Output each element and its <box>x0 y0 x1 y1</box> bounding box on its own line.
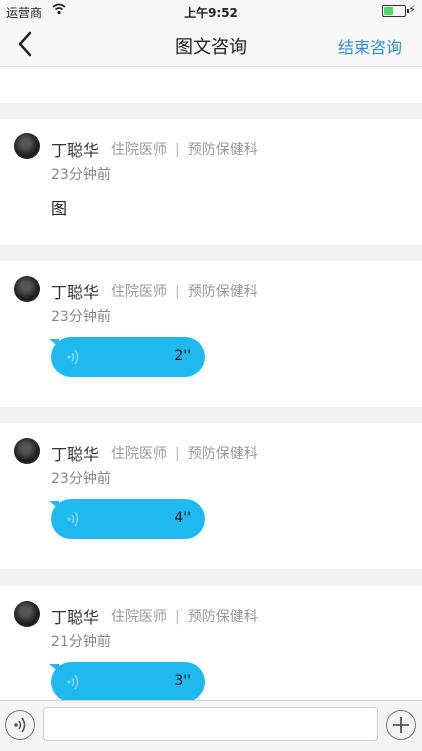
avatar[interactable] <box>14 601 40 627</box>
message-feed[interactable]: 1 丁聪华 住院医师|预防保健科 23分钟前 图 丁聪华 住院医师|预防保健科 … <box>0 67 422 700</box>
message-text: 1 <box>56 67 65 71</box>
voice-icon <box>67 349 79 365</box>
message-card: 丁聪华 住院医师 | 预防保健科 23分钟前 图 <box>0 119 422 245</box>
doctor-name: 丁聪华 <box>51 283 100 302</box>
doctor-role: 住院医师 <box>111 446 167 462</box>
doctor-meta: 住院医师 | 预防保健科 <box>111 446 258 462</box>
add-attachment-button[interactable] <box>386 710 416 740</box>
voice-icon <box>67 511 79 527</box>
status-time: 上午9:52 <box>184 6 238 20</box>
voice-message-bubble[interactable]: 2'' <box>51 337 205 377</box>
voice-duration: 2'' <box>174 348 191 364</box>
message-time: 23分钟前 <box>51 167 111 183</box>
avatar[interactable] <box>14 438 40 464</box>
message-time: 23分钟前 <box>51 471 111 487</box>
voice-message-bubble[interactable]: 4'' <box>51 499 205 539</box>
message-time: 23分钟前 <box>51 309 111 325</box>
message-card: 丁聪华 住院医师 | 预防保健科 23分钟前 4'' <box>0 423 422 569</box>
message-card: 1 <box>0 67 422 103</box>
voice-input-button[interactable] <box>5 710 35 740</box>
voice-duration: 4'' <box>174 510 191 526</box>
doctor-name: 丁聪华 <box>51 141 100 160</box>
message-card: 丁聪华 住院医师 | 预防保健科 21分钟前 3'' <box>0 586 422 700</box>
doctor-department: 预防保健科 <box>187 284 258 300</box>
plus-icon <box>393 717 409 733</box>
doctor-meta: 住院医师 | 预防保健科 <box>111 609 258 625</box>
doctor-role: 住院医师 <box>111 142 167 158</box>
voice-duration: 3'' <box>174 673 191 689</box>
doctor-name: 丁聪华 <box>51 445 100 464</box>
doctor-meta: 住院医师 | 预防保健科 <box>111 142 258 158</box>
doctor-department: 预防保健科 <box>187 609 258 625</box>
nav-bar: 图文咨询 结束咨询 <box>0 22 422 67</box>
status-bar: 运营商 上午9:52 ⚡ <box>0 0 422 22</box>
input-bar <box>0 700 422 751</box>
doctor-name: 丁聪华 <box>51 608 100 627</box>
voice-message-bubble[interactable]: 3'' <box>51 662 205 700</box>
message-time: 21分钟前 <box>51 634 111 650</box>
charging-icon: ⚡ <box>408 3 416 16</box>
message-card: 丁聪华 住院医师 | 预防保健科 23分钟前 2'' <box>0 261 422 407</box>
doctor-role: 住院医师 <box>111 609 167 625</box>
end-consultation-button[interactable]: 结束咨询 <box>338 34 402 58</box>
doctor-department: 预防保健科 <box>187 446 258 462</box>
battery-icon <box>382 5 409 17</box>
doctor-department: 预防保健科 <box>187 142 258 158</box>
avatar[interactable] <box>14 133 40 159</box>
voice-icon <box>14 717 26 733</box>
avatar[interactable] <box>14 276 40 302</box>
message-input[interactable] <box>43 707 378 741</box>
voice-icon <box>67 674 79 690</box>
doctor-meta: 住院医师 | 预防保健科 <box>111 284 258 300</box>
doctor-role: 住院医师 <box>111 284 167 300</box>
message-text: 图 <box>51 199 68 218</box>
